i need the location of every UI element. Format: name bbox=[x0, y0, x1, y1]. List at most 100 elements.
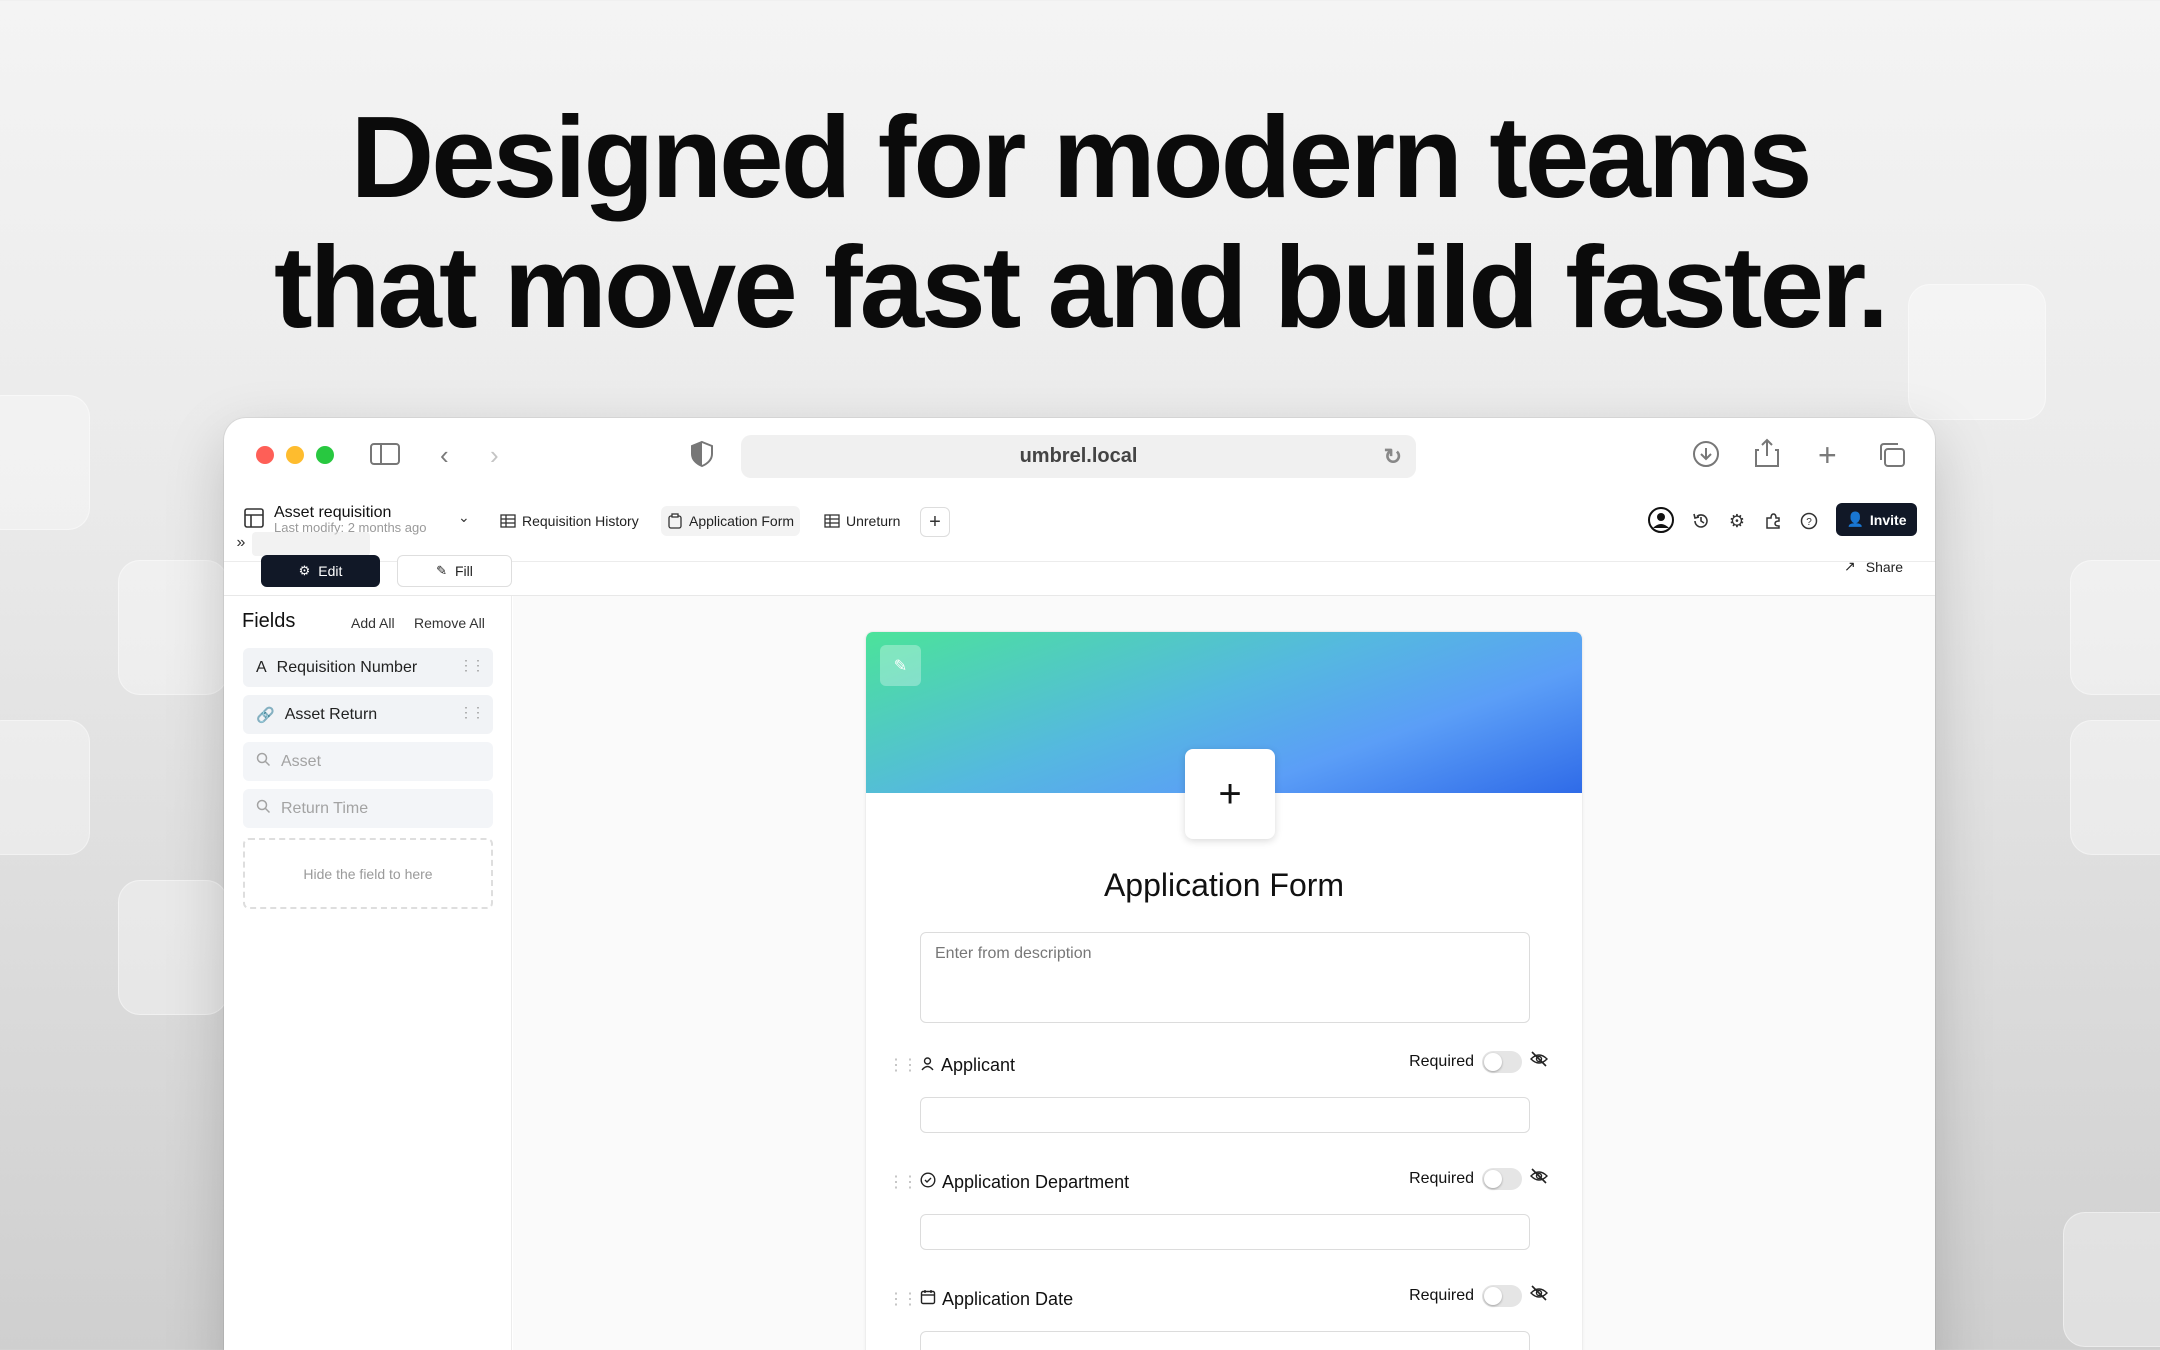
drag-handle-icon[interactable]: ⋮⋮ bbox=[459, 704, 485, 721]
pencil-square-icon: ✎ bbox=[436, 563, 447, 578]
required-toggle[interactable] bbox=[1482, 1167, 1522, 1190]
tab-unreturn[interactable]: Unreturn bbox=[818, 506, 906, 536]
form-title[interactable]: Application Form bbox=[866, 867, 1582, 904]
drag-handle-icon[interactable]: ⋮⋮ bbox=[888, 1289, 920, 1309]
chevron-down-icon[interactable]: ⌄ bbox=[458, 509, 470, 526]
calendar-icon bbox=[920, 1289, 936, 1310]
share-label: Share bbox=[1865, 558, 1904, 575]
expand-sidebar-icon[interactable]: » bbox=[230, 532, 252, 554]
background-tile bbox=[118, 560, 228, 695]
help-icon[interactable]: ? bbox=[1796, 508, 1822, 534]
gear-icon[interactable]: ⚙ bbox=[1724, 508, 1750, 534]
required-label: Required bbox=[1409, 1052, 1474, 1070]
clipboard-icon bbox=[668, 513, 682, 529]
reload-icon[interactable]: ↻ bbox=[1384, 444, 1402, 470]
history-icon[interactable] bbox=[1688, 508, 1714, 534]
question-application-department: ⋮⋮ Application Department Required bbox=[888, 1167, 1548, 1197]
url-text: umbrel.local bbox=[1019, 445, 1138, 467]
required-toggle[interactable] bbox=[1482, 1284, 1522, 1307]
tab-application-form[interactable]: Application Form bbox=[661, 506, 801, 536]
shield-icon[interactable] bbox=[690, 440, 714, 474]
drag-handle-icon[interactable]: ⋮⋮ bbox=[888, 1055, 920, 1075]
download-icon[interactable] bbox=[1692, 440, 1720, 474]
hide-field-dropzone[interactable]: Hide the field to here bbox=[243, 838, 493, 909]
zoom-window-button[interactable] bbox=[316, 446, 334, 464]
form-description-input[interactable]: Enter from description bbox=[920, 932, 1530, 1023]
background-tile bbox=[2063, 1212, 2160, 1347]
question-application-date: ⋮⋮ Application Date Required bbox=[888, 1284, 1548, 1314]
background-tile bbox=[0, 395, 90, 530]
back-icon[interactable]: ‹ bbox=[440, 440, 449, 470]
edit-mode-button[interactable]: ⚙ Edit bbox=[261, 555, 380, 587]
question-label: Application Date bbox=[920, 1289, 1073, 1310]
question-text: Applicant bbox=[941, 1054, 1016, 1075]
hero-headline: Designed for modern teams that move fast… bbox=[0, 92, 2160, 352]
field-asset[interactable]: Asset bbox=[243, 742, 493, 781]
tab-label: Requisition History bbox=[522, 513, 639, 529]
plus-icon: + bbox=[1218, 771, 1242, 816]
minimize-window-button[interactable] bbox=[286, 446, 304, 464]
avatar[interactable] bbox=[1646, 505, 1676, 535]
tab-overview-icon[interactable] bbox=[1878, 442, 1906, 474]
fill-mode-button[interactable]: ✎ Fill bbox=[397, 555, 512, 587]
tooltip-ghost bbox=[252, 532, 370, 556]
check-circle-icon bbox=[920, 1171, 936, 1193]
field-label: Return Time bbox=[281, 799, 369, 817]
field-asset-return[interactable]: 🔗 Asset Return ⋮⋮ bbox=[243, 695, 493, 734]
question-label: Applicant bbox=[920, 1055, 1015, 1076]
tab-requisition-history[interactable]: Requisition History bbox=[494, 506, 645, 536]
close-window-button[interactable] bbox=[256, 446, 274, 464]
required-toggle[interactable] bbox=[1482, 1050, 1522, 1073]
eye-off-icon[interactable] bbox=[1530, 1050, 1548, 1073]
share-button[interactable]: ↗ Share bbox=[1844, 558, 1903, 575]
invite-label: Invite bbox=[1869, 511, 1907, 528]
share-sheet-icon[interactable] bbox=[1754, 438, 1780, 474]
puzzle-icon[interactable] bbox=[1760, 508, 1786, 534]
add-logo-button[interactable]: + bbox=[1185, 749, 1275, 839]
user-icon bbox=[920, 1055, 935, 1076]
question-text: Application Date bbox=[942, 1288, 1074, 1309]
tab-label: Unreturn bbox=[846, 513, 901, 529]
field-return-time[interactable]: Return Time bbox=[243, 789, 493, 828]
edit-label: Edit bbox=[318, 563, 343, 579]
fields-title: Fields bbox=[242, 610, 296, 632]
add-tab-button[interactable]: + bbox=[920, 507, 950, 537]
drag-handle-icon[interactable]: ⋮⋮ bbox=[459, 657, 485, 674]
add-all-button[interactable]: Add All bbox=[351, 615, 395, 631]
question-controls: Required bbox=[1409, 1167, 1548, 1190]
form-card: ✎ + Application Form Enter from descript… bbox=[865, 631, 1583, 1350]
question-controls: Required bbox=[1409, 1284, 1548, 1307]
arrow-up-right-icon: ↗ bbox=[1844, 558, 1856, 574]
eye-off-icon[interactable] bbox=[1530, 1167, 1548, 1190]
text-icon: A bbox=[256, 658, 267, 676]
question-applicant: ⋮⋮ Applicant Required bbox=[888, 1050, 1548, 1080]
required-label: Required bbox=[1409, 1169, 1474, 1187]
background-tile bbox=[2070, 560, 2160, 695]
new-tab-icon[interactable]: + bbox=[1818, 439, 1837, 471]
question-label: Application Department bbox=[920, 1172, 1129, 1193]
eye-off-icon[interactable] bbox=[1530, 1284, 1548, 1307]
headline-line-1: Designed for modern teams bbox=[350, 92, 1812, 222]
add-user-icon: 👤 bbox=[1846, 511, 1864, 527]
pencil-icon[interactable]: ✎ bbox=[880, 645, 921, 686]
forward-icon[interactable]: › bbox=[490, 440, 499, 470]
drag-handle-icon[interactable]: ⋮⋮ bbox=[888, 1172, 920, 1192]
browser-chrome: ‹ › umbrel.local ↻ + bbox=[224, 418, 1935, 492]
field-label: Requisition Number bbox=[276, 658, 418, 676]
browser-window: ‹ › umbrel.local ↻ + Asset requisition L… bbox=[224, 418, 1935, 1350]
department-input[interactable] bbox=[920, 1214, 1530, 1250]
required-label: Required bbox=[1409, 1286, 1474, 1304]
date-input[interactable] bbox=[920, 1331, 1530, 1350]
background-tile bbox=[0, 720, 90, 855]
invite-button[interactable]: 👤 Invite bbox=[1836, 503, 1917, 536]
traffic-lights bbox=[256, 446, 334, 464]
question-text: Application Department bbox=[942, 1171, 1130, 1192]
field-requisition-number[interactable]: A Requisition Number ⋮⋮ bbox=[243, 648, 493, 687]
grid-icon bbox=[824, 514, 840, 528]
address-bar[interactable]: umbrel.local ↻ bbox=[741, 435, 1416, 478]
applicant-input[interactable] bbox=[920, 1097, 1530, 1133]
grid-icon bbox=[500, 514, 516, 528]
sidebar-toggle-icon[interactable] bbox=[370, 442, 400, 472]
tab-label: Application Form bbox=[689, 513, 795, 529]
remove-all-button[interactable]: Remove All bbox=[414, 615, 485, 631]
